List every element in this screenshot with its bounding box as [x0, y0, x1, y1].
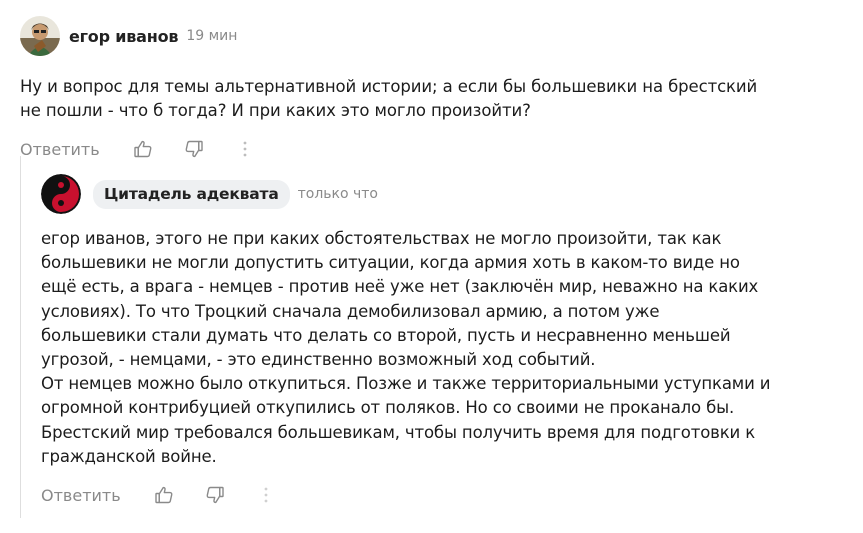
thumbs-up-icon[interactable]	[153, 484, 175, 506]
comment-text: егор иванов, этого не при каких обстояте…	[41, 229, 771, 466]
thumbs-down-icon[interactable]	[204, 484, 226, 506]
reply-button[interactable]: Ответить	[20, 140, 132, 159]
comment-header: егор иванов 19 мин	[20, 14, 850, 58]
more-vertical-icon[interactable]	[234, 138, 256, 160]
timestamp: только что	[297, 186, 378, 202]
reply-comment: Цитадель адеквата только что егор иванов…	[41, 172, 851, 510]
reply-button[interactable]: Ответить	[41, 486, 153, 505]
comment-header: Цитадель адеквата только что	[41, 172, 851, 216]
avatar[interactable]	[41, 174, 81, 214]
comment: егор иванов 19 мин Ну и вопрос для темы …	[20, 14, 850, 164]
author-name[interactable]: Цитадель адеквата	[93, 179, 290, 209]
comment-actions: Ответить	[20, 134, 850, 164]
thumbs-up-icon[interactable]	[132, 138, 154, 160]
comment-actions: Ответить	[41, 480, 851, 510]
thread-line	[20, 156, 21, 518]
thumbs-down-icon[interactable]	[183, 138, 205, 160]
timestamp: 19 мин	[186, 28, 238, 44]
avatar[interactable]	[20, 16, 60, 56]
comment-text: Ну и вопрос для темы альтернативной исто…	[20, 77, 758, 120]
more-vertical-icon[interactable]	[255, 484, 277, 506]
author-name[interactable]: егор иванов	[69, 27, 179, 46]
